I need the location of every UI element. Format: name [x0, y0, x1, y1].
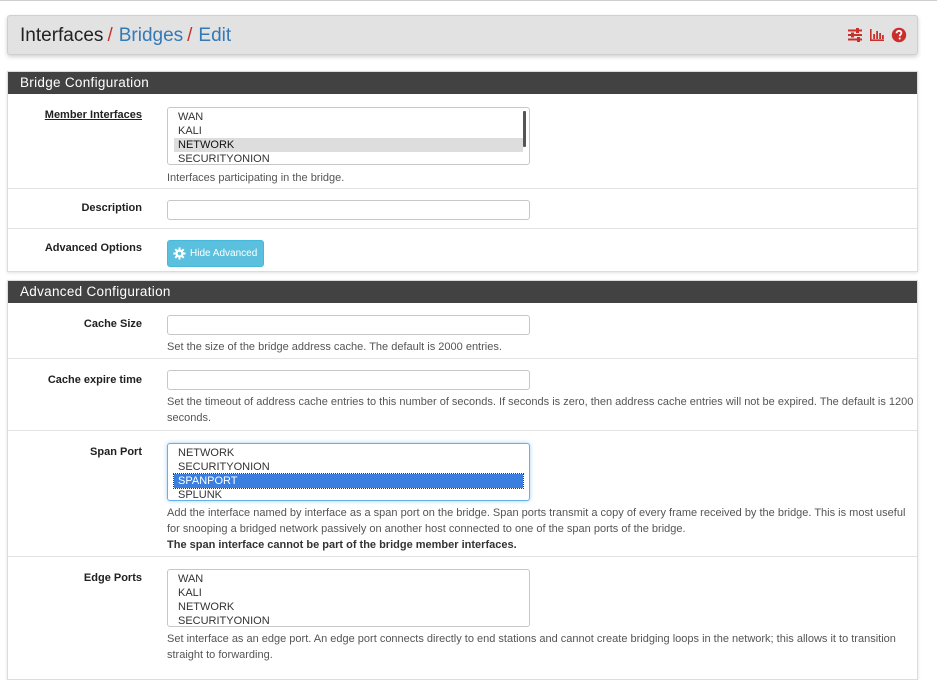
breadcrumb-interfaces: Interfaces: [20, 25, 104, 46]
hide-advanced-button[interactable]: Hide Advanced: [167, 240, 265, 267]
edge-ports-help: Set interface as an edge port. An edge p…: [167, 633, 896, 661]
advanced-configuration-panel: Advanced Configuration Cache Size Set th…: [7, 280, 918, 680]
description-input[interactable]: [167, 200, 530, 220]
list-option[interactable]: KALI: [174, 124, 523, 138]
span-port-row: Span Port NETWORK SECURITYONION SPANPORT…: [8, 431, 917, 557]
breadcrumb-edit-link[interactable]: Edit: [198, 25, 231, 46]
member-interfaces-row: Member Interfaces WAN KALI NETWORK SECUR…: [8, 94, 917, 189]
bridge-configuration-panel: Bridge Configuration Member Interfaces W…: [7, 71, 918, 272]
span-port-label: Span Port: [90, 446, 142, 458]
list-option[interactable]: KALI: [174, 586, 523, 600]
edge-ports-label: Edge Ports: [83, 572, 142, 584]
list-option[interactable]: SECURITYONION: [174, 614, 523, 628]
list-option[interactable]: NETWORK: [174, 600, 523, 614]
span-port-select[interactable]: NETWORK SECURITYONION SPANPORT SPLUNK: [167, 443, 530, 501]
description-label: Description: [81, 202, 142, 214]
breadcrumb-bridges-link[interactable]: Bridges: [119, 25, 183, 46]
help-icon[interactable]: [891, 27, 907, 43]
cache-expire-label: Cache expire time: [47, 374, 142, 386]
list-option[interactable]: NETWORK: [174, 446, 523, 460]
span-port-help-warning: The span interface cannot be part of the…: [167, 539, 517, 551]
description-row: Description: [8, 189, 917, 229]
gear-icon: [173, 247, 186, 260]
cache-expire-row: Cache expire time Set the timeout of add…: [8, 359, 917, 431]
cache-size-help: Set the size of the bridge address cache…: [167, 341, 502, 353]
cache-size-label: Cache Size: [83, 318, 142, 330]
breadcrumb-bar: Interfaces / Bridges / Edit: [7, 15, 918, 55]
list-option[interactable]: SECURITYONION: [174, 152, 523, 166]
span-port-help: Add the interface named by interface as …: [167, 505, 917, 553]
advanced-options-label: Advanced Options: [44, 242, 142, 254]
sliders-icon[interactable]: [847, 27, 863, 43]
list-option-selected[interactable]: NETWORK: [174, 138, 523, 152]
member-interfaces-select[interactable]: WAN KALI NETWORK SECURITYONION: [167, 107, 530, 165]
list-option[interactable]: WAN: [174, 572, 523, 586]
panel-title: Advanced Configuration: [8, 281, 917, 303]
cache-expire-help: Set the timeout of address cache entries…: [167, 396, 914, 424]
member-interfaces-label: Member Interfaces: [44, 109, 142, 121]
scrollbar[interactable]: [523, 111, 526, 147]
cache-expire-input[interactable]: [167, 370, 530, 390]
list-option-selected[interactable]: SPANPORT: [173, 473, 524, 489]
cache-size-input[interactable]: [167, 315, 530, 335]
hide-advanced-label: Hide Advanced: [190, 248, 258, 259]
list-option[interactable]: SPLUNK: [174, 488, 523, 502]
edge-ports-row: Edge Ports WAN KALI NETWORK SECURITYONIO…: [8, 557, 917, 677]
member-interfaces-help: Interfaces participating in the bridge.: [167, 172, 345, 184]
breadcrumb-separator: /: [187, 25, 193, 46]
breadcrumb-separator: /: [107, 25, 113, 46]
panel-title: Bridge Configuration: [8, 72, 917, 94]
bar-chart-icon[interactable]: [869, 27, 885, 43]
span-port-help-text: Add the interface named by interface as …: [167, 507, 906, 535]
breadcrumb: Interfaces / Bridges / Edit: [20, 24, 231, 48]
list-option[interactable]: SECURITYONION: [174, 460, 523, 474]
cache-size-row: Cache Size Set the size of the bridge ad…: [8, 303, 917, 359]
list-option[interactable]: WAN: [174, 110, 523, 124]
edge-ports-select[interactable]: WAN KALI NETWORK SECURITYONION: [167, 569, 530, 627]
advanced-options-row: Advanced Options Hide Advanced: [8, 229, 917, 272]
